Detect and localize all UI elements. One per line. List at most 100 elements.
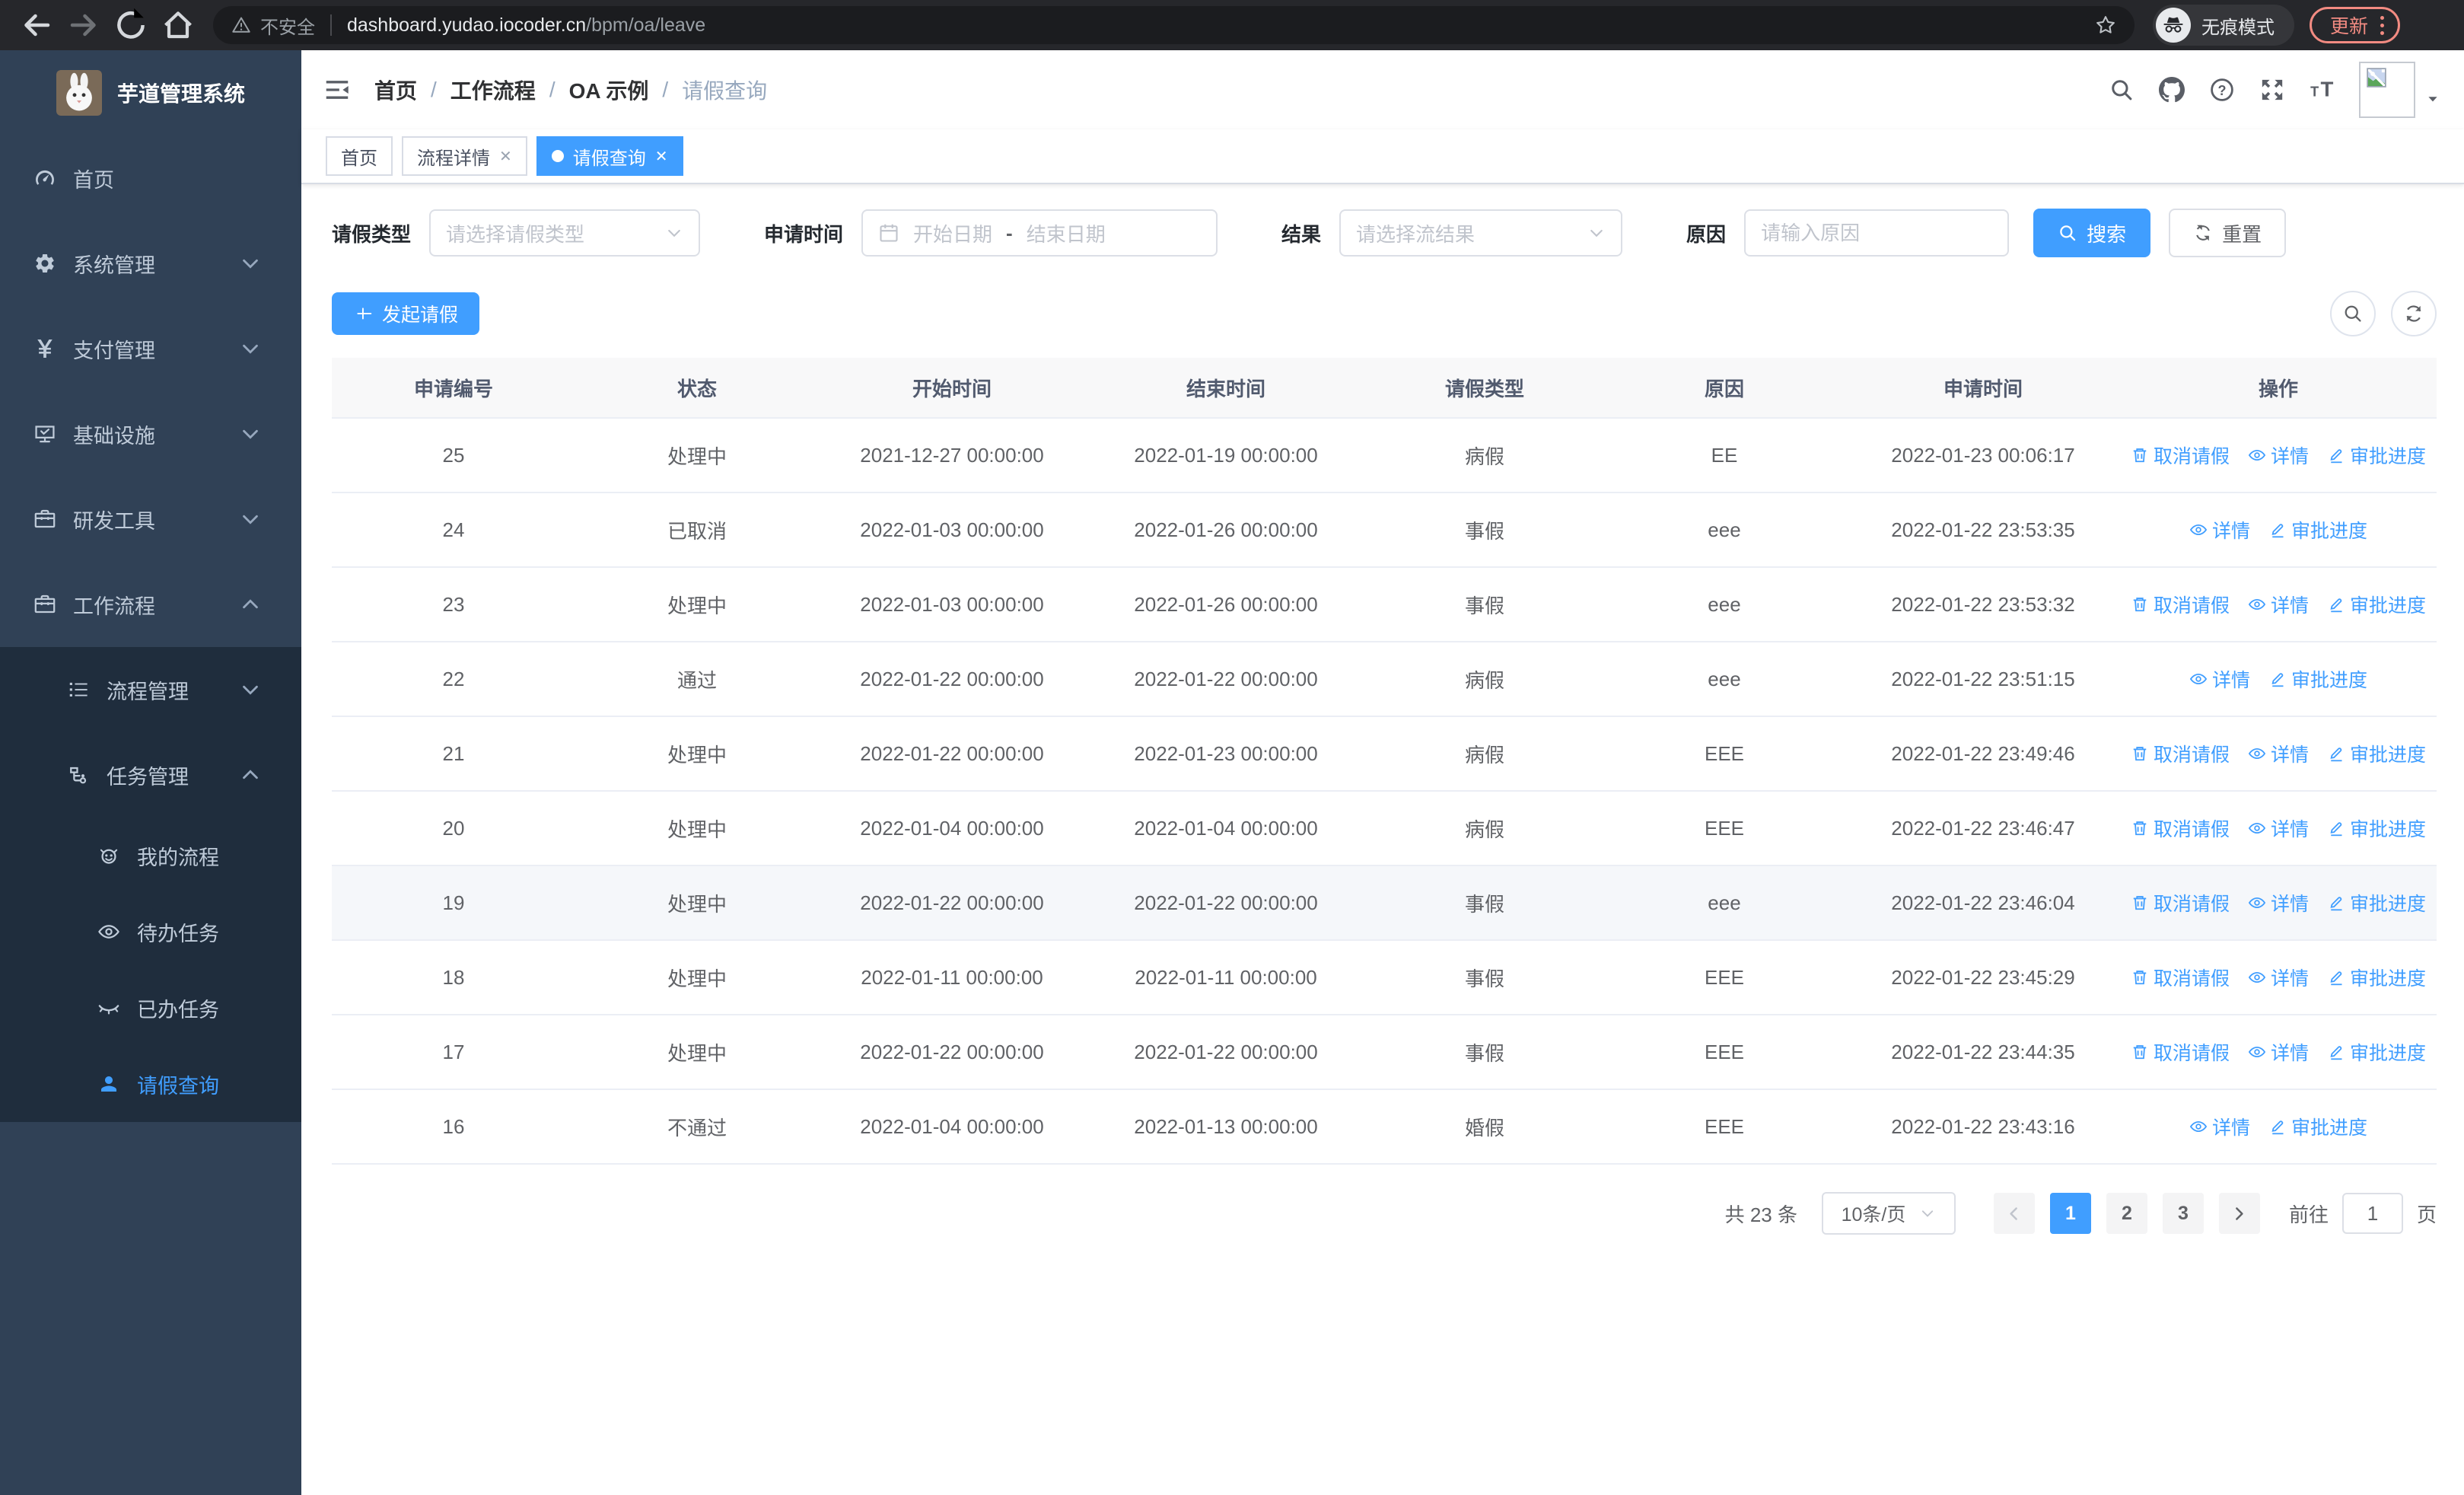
sidebar-item-label: 基础设施 [73,424,155,448]
sidebar-item-支付管理[interactable]: 支付管理 [0,306,301,391]
help-icon[interactable]: ? [2201,69,2243,111]
tab-close-icon[interactable]: ✕ [655,147,668,166]
progress-action-link[interactable]: 审批进度 [2268,1113,2367,1140]
sidebar-item-任务管理[interactable]: 任务管理 [0,732,301,818]
detail-action-link[interactable]: 详情 [2189,1113,2250,1140]
result-select[interactable]: 请选择流结果 [1339,209,1623,257]
detail-action-link[interactable]: 详情 [2189,665,2250,693]
cancel-action-link[interactable]: 取消请假 [2131,740,2230,767]
sidebar-item-待办任务[interactable]: 待办任务 [0,894,301,970]
sidebar-item-已办任务[interactable]: 已办任务 [0,970,301,1046]
browser-reload-icon[interactable] [113,7,149,43]
page-button-1[interactable]: 1 [2049,1193,2091,1234]
fullscreen-icon[interactable] [2251,69,2294,111]
detail-action-link[interactable]: 详情 [2248,814,2309,842]
browser-update-menu[interactable]: 更新 [2309,7,2400,43]
cancel-action-link[interactable]: 取消请假 [2131,1038,2230,1066]
progress-action-link[interactable]: 审批进度 [2327,964,2426,991]
goto-page-input[interactable] [2341,1193,2403,1234]
url-host[interactable]: dashboard.yudao.iocoder.cn [347,14,586,37]
detail-action-link[interactable]: 详情 [2248,740,2309,767]
leave-type-select[interactable]: 请选择请假类型 [429,209,701,257]
incognito-icon [2155,8,2191,43]
progress-action-link[interactable]: 审批进度 [2327,1038,2426,1066]
page-size-select[interactable]: 10条/页 [1821,1192,1956,1235]
browser-menu-icon[interactable] [2380,15,2384,35]
sidebar-item-工作流程[interactable]: 工作流程 [0,562,301,647]
prev-page-button[interactable] [1993,1193,2035,1234]
cell-start: 2022-01-11 00:00:00 [861,965,1043,989]
cancel-action-link[interactable]: 取消请假 [2131,441,2230,469]
progress-action-link[interactable]: 审批进度 [2327,441,2426,469]
tab-流程详情[interactable]: 流程详情 ✕ [402,136,527,176]
avatar[interactable] [2359,62,2415,118]
detail-action-link[interactable]: 详情 [2248,1038,2309,1066]
sidebar-item-研发工具[interactable]: 研发工具 [0,477,301,562]
date-range-input[interactable]: 开始日期 - 结束日期 [861,209,1218,257]
create-leave-label: 发起请假 [382,304,459,326]
search-icon[interactable] [2100,69,2143,111]
tab-首页[interactable]: 首页 [326,136,393,176]
browser-home-icon[interactable] [160,7,196,43]
next-page-button[interactable] [2218,1193,2260,1234]
progress-action-link[interactable]: 审批进度 [2327,814,2426,842]
delete-icon [2131,744,2149,763]
reason-input[interactable] [1744,209,2010,257]
breadcrumb-item-首页[interactable]: 首页 [374,75,417,105]
tab-close-icon[interactable]: ✕ [499,147,512,166]
fontsize-icon[interactable]: TT [2301,69,2344,111]
app-logo[interactable]: 芋道管理系统 [0,50,301,135]
breadcrumb-item-OA 示例[interactable]: OA 示例 [569,75,649,105]
create-leave-button[interactable]: 发起请假 [332,292,480,335]
security-label[interactable]: 不安全 [260,12,315,39]
address-bar[interactable]: 不安全 dashboard.yudao.iocoder.cn /bpm/oa/l… [213,6,2135,44]
progress-action-link[interactable]: 审批进度 [2268,665,2367,693]
table-refresh-button[interactable] [2391,291,2437,336]
detail-action-link[interactable]: 详情 [2248,591,2309,618]
tab-请假查询[interactable]: 请假查询 ✕ [536,136,683,176]
search-button[interactable]: 搜索 [2033,209,2151,257]
progress-action-link[interactable]: 审批进度 [2327,591,2426,618]
progress-action-link[interactable]: 审批进度 [2268,516,2367,543]
cell-reason: EEE [1704,816,1745,840]
cell-reason: EEE [1704,1040,1745,1063]
tree-icon [67,763,90,786]
sidebar-item-流程管理[interactable]: 流程管理 [0,647,301,732]
page-button-2[interactable]: 2 [2106,1193,2147,1234]
browser-back-icon[interactable] [18,7,55,43]
github-icon[interactable] [2150,69,2193,111]
detail-action-link[interactable]: 详情 [2248,441,2309,469]
bookmark-star-icon[interactable] [2095,14,2116,36]
cell-apply_time: 2022-01-22 23:43:16 [1891,1114,2075,1138]
cell-type: 婚假 [1464,1116,1504,1140]
avatar-caret-icon[interactable] [2426,92,2440,106]
sidebar-item-我的流程[interactable]: 我的流程 [0,818,301,894]
breadcrumb-item-工作流程[interactable]: 工作流程 [450,75,536,105]
chevron-up-icon [239,593,262,616]
cancel-action-link[interactable]: 取消请假 [2131,889,2230,916]
detail-action-link[interactable]: 详情 [2189,516,2250,543]
cancel-action-link[interactable]: 取消请假 [2131,814,2230,842]
reset-button[interactable]: 重置 [2169,209,2287,257]
detail-action-link[interactable]: 详情 [2248,889,2309,916]
sidebar-item-请假查询[interactable]: 请假查询 [0,1046,301,1122]
sidebar-item-基础设施[interactable]: 基础设施 [0,391,301,477]
edit-icon [2327,968,2345,987]
sidebar-item-首页[interactable]: 首页 [0,135,301,221]
url-path[interactable]: /bpm/oa/leave [586,14,705,37]
progress-action-link[interactable]: 审批进度 [2327,740,2426,767]
sidebar-item-系统管理[interactable]: 系统管理 [0,221,301,306]
detail-action-link[interactable]: 详情 [2248,964,2309,991]
date-end-placeholder: 结束日期 [1026,222,1106,246]
cancel-action-link[interactable]: 取消请假 [2131,964,2230,991]
search-icon [2058,223,2077,243]
cell-type: 病假 [1464,743,1504,767]
table-search-toggle-button[interactable] [2330,291,2376,336]
cancel-action-link[interactable]: 取消请假 [2131,591,2230,618]
progress-action-link[interactable]: 审批进度 [2327,889,2426,916]
page-button-3[interactable]: 3 [2162,1193,2204,1234]
sidebar-collapse-icon[interactable] [323,75,352,104]
browser-forward-icon[interactable] [65,7,102,43]
chevron-down-icon [239,508,262,531]
active-tab-dot [551,150,564,162]
